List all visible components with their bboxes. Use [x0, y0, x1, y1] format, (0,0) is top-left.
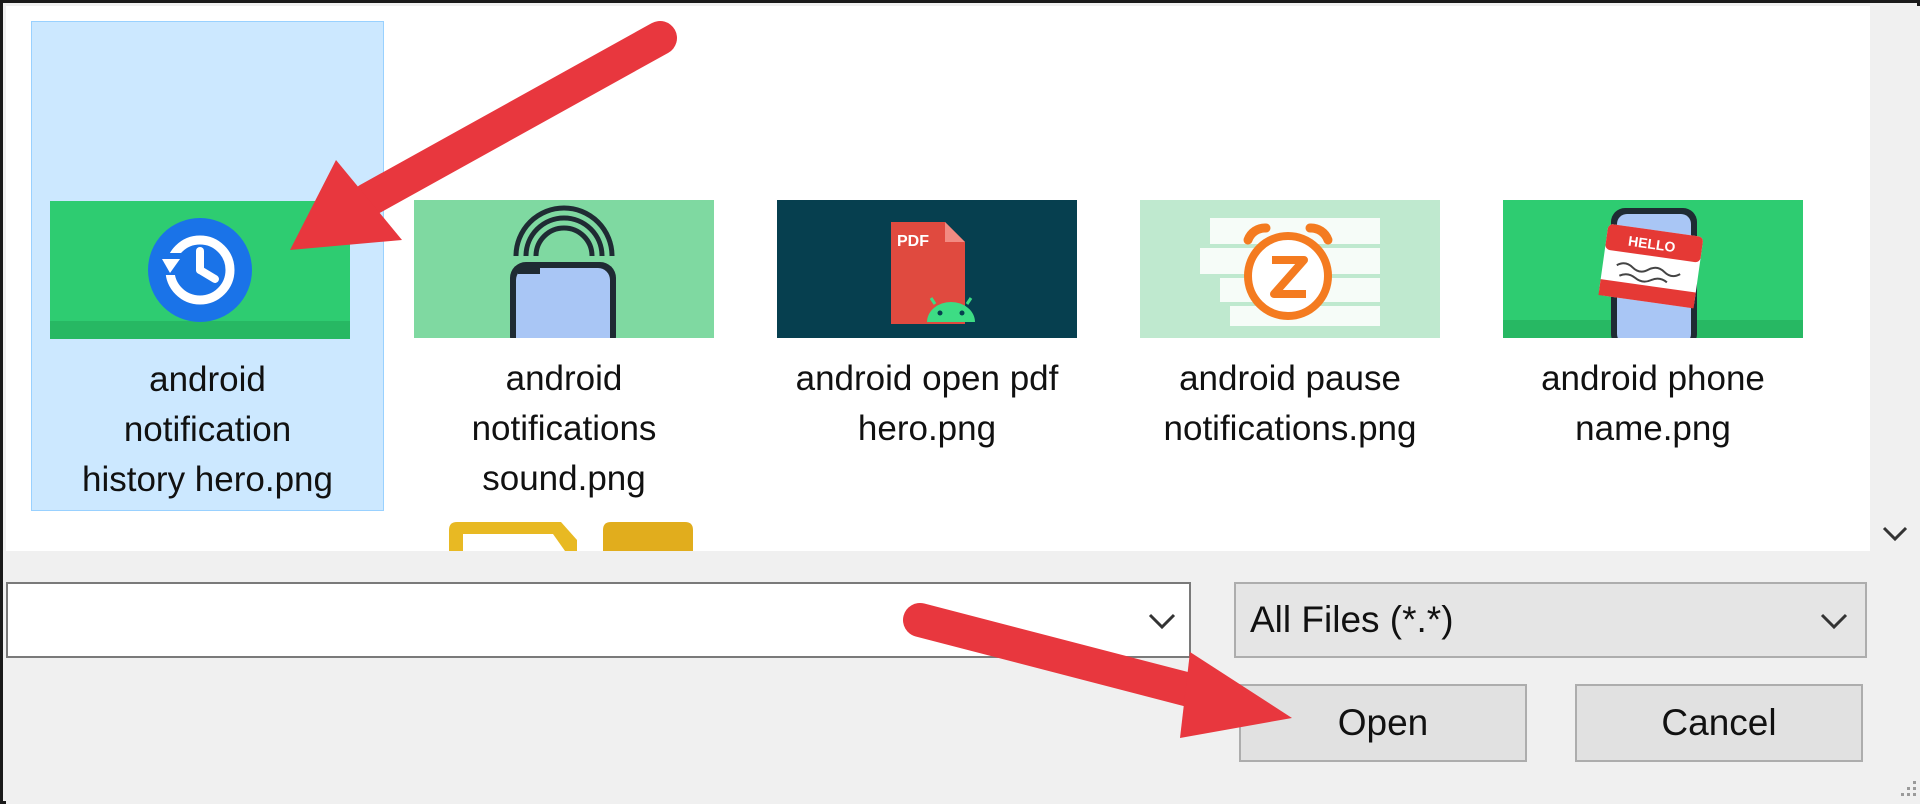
file-thumbnail: [50, 201, 350, 339]
file-name: android notification history hero.png: [32, 355, 383, 505]
file-thumbnail: [414, 200, 714, 338]
name-tag-icon: HELLO: [1598, 224, 1703, 309]
file-tile[interactable]: android notification history hero.png: [31, 21, 384, 511]
file-tile[interactable]: android notifications sound.png: [414, 200, 714, 500]
file-name-line: hero.png: [857, 409, 997, 448]
history-thumbnail-image: [50, 201, 350, 339]
notifications-sound-thumbnail-image: [414, 200, 714, 338]
file-name-line: history hero.png: [82, 460, 333, 499]
file-thumbnail: [1140, 200, 1440, 338]
file-tile[interactable]: PDF android open pdf hero.png: [777, 200, 1077, 450]
cancel-button[interactable]: Cancel: [1575, 684, 1863, 762]
file-list-pane[interactable]: android notification history hero.png an…: [6, 6, 1870, 551]
file-tile[interactable]: android pause notifications.png: [1140, 200, 1440, 450]
chevron-down-icon: [1882, 526, 1908, 542]
scroll-down-button[interactable]: [1880, 519, 1910, 549]
file-open-dialog: android notification history hero.png an…: [0, 0, 1920, 804]
resize-grip-icon[interactable]: [1899, 775, 1919, 799]
phone-icon: [510, 262, 616, 338]
dialog-footer: All Files (*.*) Open Cancel: [6, 551, 1920, 804]
file-name-line: notification: [123, 410, 292, 449]
file-name-line: notifications.png: [1163, 409, 1417, 448]
file-thumbnail: PDF: [777, 200, 1077, 338]
file-type-select[interactable]: All Files (*.*): [1234, 582, 1867, 658]
file-tile[interactable]: HELLO android phone name.png: [1503, 200, 1803, 450]
file-name: android open pdf hero.png: [777, 354, 1077, 454]
file-name-combobox[interactable]: [6, 582, 1191, 658]
file-name: android pause notifications.png: [1140, 354, 1440, 454]
file-name-line: android open pdf: [795, 359, 1059, 398]
file-name-line: android: [505, 359, 623, 398]
history-icon: [148, 218, 252, 322]
phone-name-thumbnail-image: HELLO: [1503, 200, 1803, 338]
pdf-label: PDF: [897, 233, 929, 250]
file-type-value: All Files (*.*): [1250, 599, 1454, 640]
file-name: android notifications sound.png: [414, 354, 714, 504]
pause-notifications-thumbnail-image: [1140, 200, 1440, 338]
open-button[interactable]: Open: [1239, 684, 1527, 762]
file-name-line: notifications: [471, 409, 657, 448]
file-name-line: android: [149, 360, 266, 399]
file-thumbnail: HELLO: [1503, 200, 1803, 338]
file-name-input[interactable]: [18, 594, 1122, 648]
file-name-line: android phone: [1541, 359, 1765, 398]
file-name-line: android pause: [1179, 359, 1401, 398]
file-name: android phone name.png: [1503, 354, 1803, 454]
chevron-down-icon[interactable]: [1817, 606, 1851, 636]
file-name-line: sound.png: [482, 459, 646, 498]
file-name-line: name.png: [1575, 409, 1731, 448]
chevron-down-icon[interactable]: [1145, 606, 1179, 636]
open-pdf-thumbnail-image: PDF: [777, 200, 1077, 338]
folder-icon[interactable]: [449, 520, 693, 551]
vertical-scrollbar[interactable]: [1870, 6, 1920, 551]
